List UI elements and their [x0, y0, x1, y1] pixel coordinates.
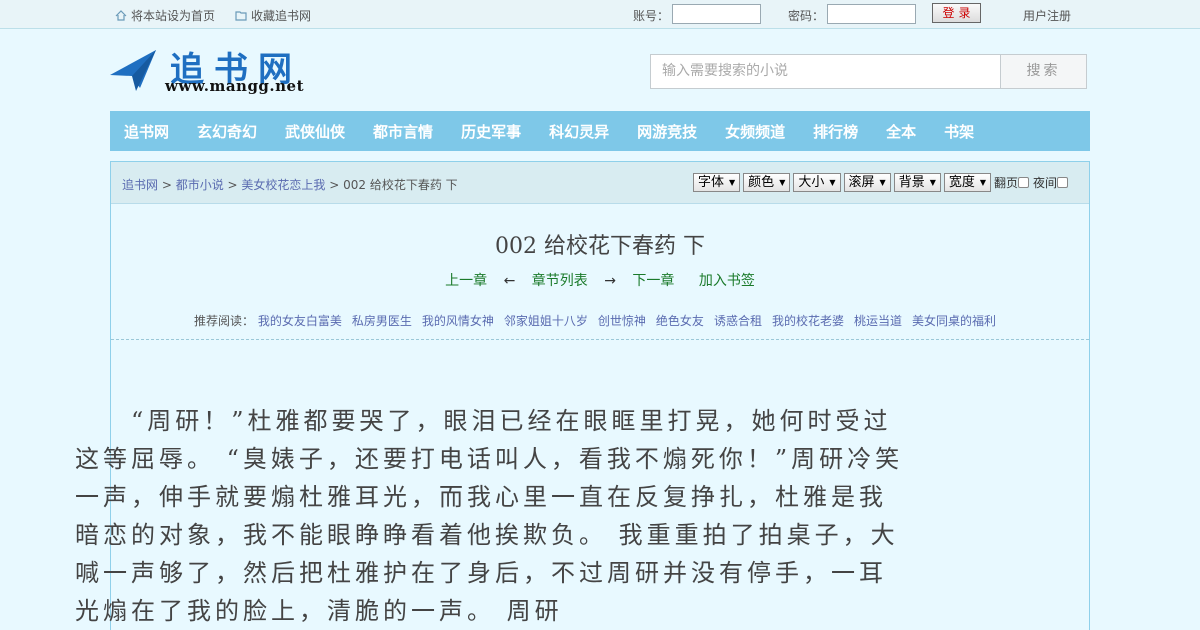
set-home-link[interactable]: 将本站设为首页	[115, 7, 215, 24]
nav-item-bookshelf[interactable]: 书架	[944, 121, 974, 142]
nav-item-fantasy[interactable]: 玄幻奇幻	[197, 121, 257, 142]
nav-item-female[interactable]: 女频频道	[725, 121, 785, 142]
nav-item-urban[interactable]: 都市言情	[373, 121, 433, 142]
chapter-list-link[interactable]: 章节列表	[532, 273, 588, 289]
nav-item-complete[interactable]: 全本	[886, 121, 916, 142]
recommend-item[interactable]: 桃运当道	[854, 314, 902, 328]
password-label: 密码：	[788, 9, 825, 23]
account-input[interactable]	[672, 4, 761, 24]
nav-item-gaming[interactable]: 网游竞技	[637, 121, 697, 142]
chevron-down-icon: ▼	[729, 178, 736, 187]
nav-item-ranking[interactable]: 排行榜	[813, 121, 858, 142]
page-turn-label: 翻页	[994, 176, 1019, 190]
width-select[interactable]: 宽度 ▼	[943, 173, 992, 192]
chevron-down-icon: ▼	[829, 178, 836, 187]
chapter-paragraph: “周研！”杜雅都要哭了，眼泪已经在眼眶里打晃，她何时受过这等屈辱。 “臭婊子，还…	[75, 407, 904, 625]
breadcrumb-book[interactable]: 美女校花恋上我	[241, 178, 325, 192]
breadcrumb-current: 002 给校花下春药 下	[343, 178, 458, 192]
chevron-down-icon: ▼	[779, 178, 786, 187]
font-select-label: 字体	[698, 175, 725, 190]
next-chapter-link[interactable]: 下一章	[632, 273, 674, 289]
prev-chapter-link[interactable]: 上一章	[445, 273, 487, 289]
recommend-item[interactable]: 我的风情女神	[422, 314, 494, 328]
nav-item-wuxia[interactable]: 武侠仙侠	[285, 121, 345, 142]
folder-icon	[235, 11, 247, 21]
bookmark-site-link[interactable]: 收藏追书网	[235, 7, 311, 24]
recommended-reading: 推荐阅读： 我的女友白富美 私房男医生 我的风情女神 邻家姐姐十八岁 创世惊神 绝色女友诱…	[111, 312, 1089, 329]
set-home-text: 将本站设为首页	[131, 9, 216, 23]
reader-settings: 字体 ▼ 颜色 ▼ 大小 ▼ 滚屏 ▼ 背景 ▼ 宽度 ▼ 翻页 夜间	[693, 173, 1072, 192]
scroll-select-label: 滚屏	[848, 175, 875, 190]
breadcrumb-home[interactable]: 追书网	[122, 178, 158, 192]
bookmark-site-text: 收藏追书网	[251, 9, 312, 23]
site-url: www.mangg.net	[165, 77, 305, 95]
breadcrumb: 追书网 > 都市小说 > 美女校花恋上我 > 002 给校花下春药 下	[122, 178, 458, 192]
width-select-label: 宽度	[948, 175, 975, 190]
chevron-down-icon: ▼	[929, 178, 936, 187]
reading-toolbar: 追书网 > 都市小说 > 美女校花恋上我 > 002 给校花下春药 下 字体 ▼ …	[111, 162, 1089, 204]
chapter-nav: 上一章 ← 章节列表 → 下一章 加入书签	[111, 270, 1089, 290]
background-select[interactable]: 背景 ▼	[893, 173, 941, 192]
recommend-item[interactable]: 美女同桌的福利	[912, 314, 996, 328]
nav-item-home[interactable]: 追书网	[124, 121, 169, 142]
scroll-select[interactable]: 滚屏 ▼	[843, 173, 891, 192]
password-input[interactable]	[827, 4, 916, 24]
recommend-item[interactable]: 我的女友白富美	[258, 314, 342, 328]
size-select[interactable]: 大小 ▼	[793, 173, 841, 192]
page-turn-checkbox[interactable]	[1018, 177, 1030, 188]
recommend-label: 推荐阅读：	[194, 314, 255, 328]
chevron-down-icon: ▼	[979, 178, 987, 187]
size-select-label: 大小	[798, 175, 825, 190]
account-label: 账号：	[633, 9, 670, 23]
recommend-item[interactable]: 我的校花老婆	[772, 314, 844, 328]
nav-item-scifi[interactable]: 科幻灵异	[549, 121, 609, 142]
background-select-label: 背景	[898, 175, 925, 190]
add-bookmark-link[interactable]: 加入书签	[699, 273, 755, 289]
search-button[interactable]: 搜索	[1000, 54, 1087, 89]
login-button[interactable]: 登录	[932, 3, 981, 23]
chapter-content: “周研！”杜雅都要哭了，眼泪已经在眼眶里打晃，她何时受过这等屈辱。 “臭婊子，还…	[75, 402, 905, 630]
recommend-item[interactable]: 创世惊神	[598, 314, 646, 328]
night-mode-label: 夜间	[1033, 176, 1058, 190]
divider	[111, 339, 1089, 340]
breadcrumb-category[interactable]: 都市小说	[176, 178, 224, 192]
night-mode-checkbox[interactable]	[1057, 177, 1069, 188]
chevron-down-icon: ▼	[879, 178, 886, 187]
chapter-title: 002 给校花下春药 下	[495, 234, 705, 259]
recommend-item[interactable]: 绝色女友	[656, 314, 704, 328]
main-nav: 追书网 玄幻奇幻 武侠仙侠 都市言情 历史军事 科幻灵异 网游竞技 女频频道 排…	[110, 111, 1090, 151]
recommend-item[interactable]: 邻家姐姐十八岁	[504, 314, 588, 328]
color-select-label: 颜色	[748, 175, 775, 190]
nav-item-history[interactable]: 历史军事	[461, 121, 521, 142]
arrow-left-icon: ←	[503, 273, 516, 289]
register-link[interactable]: 用户注册	[1023, 7, 1071, 24]
arrow-right-icon: →	[604, 273, 616, 289]
top-bar: 将本站设为首页 收藏追书网 账号： 密码： 登录 用户注册	[0, 0, 1200, 29]
recommend-item[interactable]: 诱惑合租	[714, 314, 762, 328]
search-input[interactable]: 输入需要搜索的小说	[650, 54, 1001, 89]
color-select[interactable]: 颜色 ▼	[743, 173, 791, 192]
recommend-item[interactable]: 私房男医生	[352, 314, 412, 328]
home-icon	[115, 10, 127, 21]
font-select[interactable]: 字体 ▼	[693, 173, 741, 192]
